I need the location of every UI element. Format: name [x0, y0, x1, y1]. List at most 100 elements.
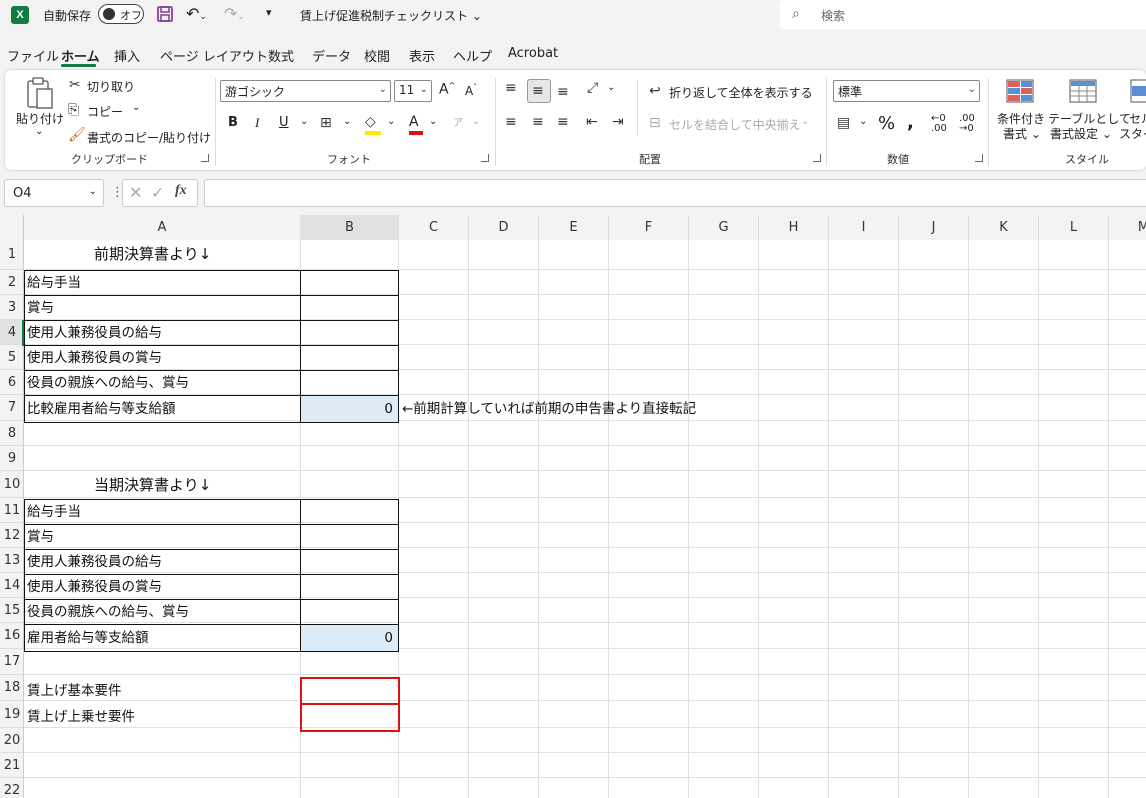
redo-icon[interactable]: ↷⌄: [224, 4, 246, 24]
align-center-icon[interactable]: ≡: [532, 114, 544, 130]
row-header-20[interactable]: 20: [0, 728, 24, 753]
tab-acrobat[interactable]: Acrobat: [508, 46, 558, 61]
column-header-k[interactable]: K: [969, 215, 1039, 240]
comma-style-icon[interactable]: ,: [907, 112, 914, 133]
column-header-d[interactable]: D: [469, 215, 539, 240]
paste-button[interactable]: 貼り付け: [16, 110, 64, 127]
italic-button[interactable]: I: [255, 115, 259, 131]
font-launcher-icon[interactable]: [481, 154, 489, 162]
row-header-12[interactable]: 12: [0, 523, 24, 548]
cell-a14[interactable]: 使用人兼務役員の賞与: [27, 575, 162, 599]
cell-a13[interactable]: 使用人兼務役員の給与: [27, 550, 162, 574]
column-header-e[interactable]: E: [539, 215, 609, 240]
row-header-9[interactable]: 9: [0, 446, 24, 471]
cell-a6[interactable]: 役員の親族への給与、賞与: [27, 371, 189, 395]
row-header-7[interactable]: 7: [0, 395, 24, 421]
tab-insert[interactable]: 挿入: [114, 46, 140, 65]
tab-page-layout[interactable]: ページ レイアウト: [160, 46, 268, 65]
cell-a3[interactable]: 賞与: [27, 296, 54, 320]
formula-input[interactable]: [204, 179, 1146, 207]
paste-icon[interactable]: [25, 76, 55, 110]
row-header-14[interactable]: 14: [0, 573, 24, 598]
column-header-b[interactable]: B: [301, 215, 399, 240]
orientation-icon[interactable]: ⤢: [587, 80, 598, 96]
increase-font-icon[interactable]: A^: [439, 81, 455, 98]
number-format-combo[interactable]: 標準 ⌄: [833, 80, 980, 102]
font-color-icon[interactable]: A: [409, 114, 423, 135]
column-header-c[interactable]: C: [399, 215, 469, 240]
document-title[interactable]: 賃上げ促進税制チェックリスト ⌄: [300, 7, 482, 24]
conditional-format-icon[interactable]: [1005, 78, 1037, 106]
copy-dropdown-icon[interactable]: ⌄: [132, 102, 140, 113]
enter-icon[interactable]: ✓: [151, 183, 164, 202]
align-right-icon[interactable]: ≡: [557, 114, 569, 130]
percent-icon[interactable]: %: [878, 113, 895, 134]
underline-button[interactable]: U: [279, 115, 289, 130]
tab-home[interactable]: ホーム: [61, 46, 100, 65]
column-header-l[interactable]: L: [1039, 215, 1109, 240]
format-as-table-icon[interactable]: [1068, 78, 1100, 106]
merge-dropdown-icon[interactable]: ⌄: [801, 116, 809, 127]
row-header-18[interactable]: 18: [0, 675, 24, 701]
conditional-format-button-line2[interactable]: 書式 ⌄: [1003, 125, 1041, 142]
alignment-launcher-icon[interactable]: [813, 154, 821, 162]
column-header-g[interactable]: G: [689, 215, 759, 240]
column-header-i[interactable]: I: [829, 215, 899, 240]
row-header-16[interactable]: 16: [0, 623, 24, 649]
number-launcher-icon[interactable]: [975, 154, 983, 162]
quick-access-more-icon[interactable]: ▾: [266, 6, 272, 19]
format-as-table-button-line2[interactable]: 書式設定 ⌄: [1050, 125, 1112, 142]
cell-a5[interactable]: 使用人兼務役員の賞与: [27, 346, 162, 370]
cell-a7[interactable]: 比較雇用者給与等支給額: [27, 397, 176, 421]
border-icon[interactable]: ⊞: [320, 115, 332, 131]
phonetic-icon[interactable]: ア: [453, 114, 463, 129]
fill-color-dropdown-icon[interactable]: ⌄: [387, 116, 395, 127]
row-header-11[interactable]: 11: [0, 498, 24, 523]
cell-a2[interactable]: 給与手当: [27, 271, 81, 295]
cell-b16[interactable]: 0: [301, 626, 393, 650]
row-header-13[interactable]: 13: [0, 548, 24, 573]
row-header-17[interactable]: 17: [0, 649, 24, 675]
decrease-indent-icon[interactable]: ⇤: [586, 114, 598, 130]
tab-data[interactable]: データ: [312, 46, 351, 65]
row-header-10[interactable]: 10: [0, 471, 24, 498]
cell-a15[interactable]: 役員の親族への給与、賞与: [27, 600, 189, 624]
cut-button[interactable]: 切り取り: [87, 78, 135, 95]
cell-a19[interactable]: 賃上げ上乗せ要件: [27, 705, 135, 729]
row-header-6[interactable]: 6: [0, 370, 24, 395]
cell-a12[interactable]: 賞与: [27, 525, 54, 549]
tab-help[interactable]: ヘルプ: [453, 46, 492, 65]
cell-a11[interactable]: 給与手当: [27, 500, 81, 524]
paste-dropdown-icon[interactable]: ⌄: [35, 126, 43, 137]
row-header-19[interactable]: 19: [0, 701, 24, 728]
cell-c7[interactable]: ←前期計算していれば前期の申告書より直接転記: [402, 397, 696, 421]
increase-decimal-icon[interactable]: ←0.00: [931, 114, 947, 134]
row-header-21[interactable]: 21: [0, 753, 24, 778]
cell-a4[interactable]: 使用人兼務役員の給与: [27, 321, 162, 345]
column-header-j[interactable]: J: [899, 215, 969, 240]
save-icon[interactable]: [156, 5, 174, 23]
align-top-icon[interactable]: ≡: [505, 80, 517, 96]
decrease-decimal-icon[interactable]: .00 →0: [959, 114, 975, 134]
undo-icon[interactable]: ↶⌄: [186, 4, 208, 24]
column-header-m[interactable]: M: [1109, 215, 1146, 240]
clipboard-launcher-icon[interactable]: [201, 154, 209, 162]
accounting-dropdown-icon[interactable]: ⌄: [859, 116, 867, 127]
cell-styles-icon[interactable]: [1129, 78, 1146, 106]
row-header-8[interactable]: 8: [0, 421, 24, 446]
row-header-3[interactable]: 3: [0, 295, 24, 320]
select-all-corner[interactable]: [0, 215, 24, 240]
column-header-f[interactable]: F: [609, 215, 689, 240]
wrap-text-button[interactable]: 折り返して全体を表示する: [669, 84, 813, 101]
search-input[interactable]: 検索: [821, 7, 845, 24]
worksheet-grid[interactable]: A B C D E F G H I J K L M 1 2 3 4 5 6 7 8 9 10 11 1…: [0, 215, 1146, 798]
align-left-icon[interactable]: ≡: [505, 114, 517, 130]
tab-review[interactable]: 校閲: [364, 46, 390, 65]
row-header-4[interactable]: 4: [0, 320, 24, 345]
cell-a1[interactable]: 前期決算書より↓: [94, 242, 211, 266]
underline-dropdown-icon[interactable]: ⌄: [300, 116, 308, 127]
font-name-combo[interactable]: 游ゴシック ⌄: [220, 80, 391, 102]
cancel-icon[interactable]: ✕: [129, 183, 142, 202]
font-color-dropdown-icon[interactable]: ⌄: [429, 116, 437, 127]
row-header-1[interactable]: 1: [0, 240, 24, 270]
